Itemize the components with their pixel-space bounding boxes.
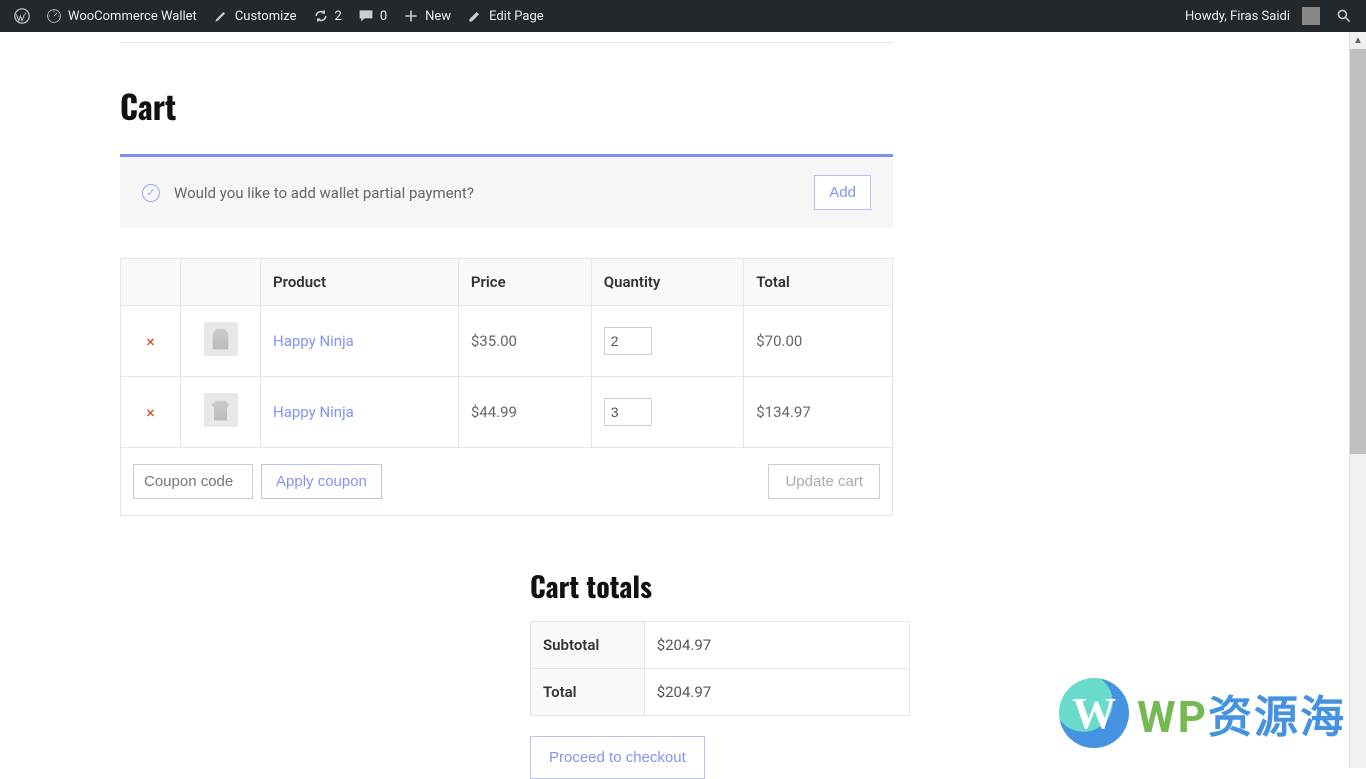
line-total: $134.97 — [744, 377, 893, 448]
top-divider — [120, 42, 893, 43]
cart-totals-title: Cart totals — [530, 566, 910, 607]
search-icon — [1336, 8, 1352, 24]
product-price: $35.00 — [458, 306, 591, 377]
page-title: Cart — [120, 83, 893, 130]
col-quantity: Quantity — [591, 259, 744, 306]
wp-admin-bar: WooCommerce Wallet Customize 2 0 New — [0, 0, 1366, 32]
product-name-link[interactable]: Happy Ninja — [273, 403, 354, 421]
comments-count: 0 — [380, 9, 387, 24]
wallet-notice-message: Would you like to add wallet partial pay… — [174, 184, 474, 202]
wallet-partial-payment-notice: ✓ Would you like to add wallet partial p… — [120, 154, 893, 228]
cart-totals-table: Subtotal $204.97 Total $204.97 — [530, 621, 910, 716]
total-value: $204.97 — [644, 669, 909, 716]
pencil-icon — [467, 8, 483, 24]
col-total: Total — [744, 259, 893, 306]
quantity-input[interactable] — [604, 398, 652, 426]
edit-page-text: Edit Page — [489, 9, 544, 24]
cart-table: Product Price Quantity Total × Happy Ninj… — [120, 258, 893, 516]
howdy-text: Howdy, Firas Saidi — [1185, 9, 1290, 24]
dashboard-icon — [46, 8, 62, 24]
subtotal-label: Subtotal — [531, 622, 645, 669]
new-text: New — [425, 9, 451, 24]
product-thumbnail[interactable] — [204, 322, 238, 356]
remove-item-button[interactable]: × — [146, 332, 155, 351]
avatar — [1302, 7, 1320, 25]
update-cart-button[interactable]: Update cart — [768, 464, 880, 499]
comment-icon — [358, 8, 374, 24]
col-product: Product — [261, 259, 459, 306]
search-toggle[interactable] — [1328, 0, 1360, 32]
quantity-input[interactable] — [604, 327, 652, 355]
subtotal-value: $204.97 — [644, 622, 909, 669]
scroll-up-arrow[interactable]: ▲ — [1350, 32, 1366, 49]
watermark: W WP资源海 — [1059, 678, 1346, 748]
col-remove — [121, 259, 181, 306]
col-thumbnail — [181, 259, 261, 306]
total-label: Total — [531, 669, 645, 716]
cart-row: × Happy Ninja $35.00 $70.00 — [121, 306, 893, 377]
wp-logo[interactable] — [6, 0, 38, 32]
scroll-thumb[interactable] — [1350, 49, 1366, 454]
apply-coupon-button[interactable]: Apply coupon — [261, 464, 382, 499]
add-wallet-payment-button[interactable]: Add — [814, 175, 871, 210]
customize-text: Customize — [235, 9, 297, 24]
plus-icon — [403, 8, 419, 24]
comments-link[interactable]: 0 — [350, 0, 395, 32]
product-thumbnail[interactable] — [204, 393, 238, 427]
updates-icon — [313, 8, 329, 24]
brush-icon — [213, 8, 229, 24]
product-price: $44.99 — [458, 377, 591, 448]
edit-page-link[interactable]: Edit Page — [459, 0, 552, 32]
my-account-link[interactable]: Howdy, Firas Saidi — [1177, 0, 1328, 32]
check-circle-icon: ✓ — [142, 184, 160, 202]
updates-count: 2 — [335, 9, 342, 24]
col-price: Price — [458, 259, 591, 306]
cart-row: × Happy Ninja $44.99 $134.97 — [121, 377, 893, 448]
site-name-link[interactable]: WooCommerce Wallet — [38, 0, 205, 32]
coupon-code-input[interactable] — [133, 464, 253, 499]
customize-link[interactable]: Customize — [205, 0, 305, 32]
watermark-logo-icon: W — [1059, 678, 1129, 748]
wordpress-icon — [14, 8, 30, 24]
remove-item-button[interactable]: × — [146, 403, 155, 422]
updates-link[interactable]: 2 — [305, 0, 350, 32]
product-name-link[interactable]: Happy Ninja — [273, 332, 354, 350]
vertical-scrollbar[interactable]: ▲ — [1349, 32, 1366, 768]
proceed-to-checkout-button[interactable]: Proceed to checkout — [530, 736, 705, 779]
site-name-text: WooCommerce Wallet — [68, 9, 197, 24]
watermark-text: WP资源海 — [1137, 681, 1346, 745]
line-total: $70.00 — [744, 306, 893, 377]
new-content-link[interactable]: New — [395, 0, 459, 32]
